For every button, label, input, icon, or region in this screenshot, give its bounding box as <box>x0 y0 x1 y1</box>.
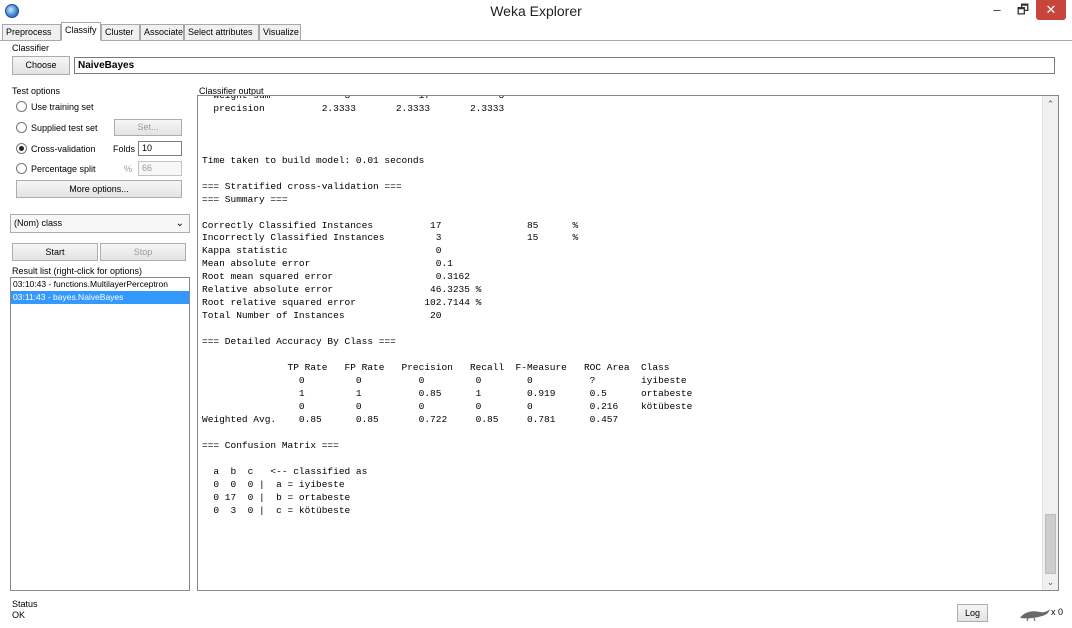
result-list-label: Result list (right-click for options) <box>12 266 143 276</box>
scroll-down-icon[interactable]: ⌄ <box>1043 574 1058 590</box>
result-item-selected[interactable]: 03:11:43 - bayes.NaiveBayes <box>11 291 189 304</box>
tab-associate[interactable]: Associate <box>140 24 184 41</box>
use-training-set-label: Use training set <box>31 102 94 112</box>
status-label: Status <box>12 599 38 609</box>
cross-validation-label: Cross-validation <box>31 144 96 154</box>
supplied-test-set-option[interactable]: Supplied test set <box>16 120 98 136</box>
vertical-scrollbar[interactable]: ⌃ ⌄ <box>1042 96 1058 590</box>
radio-icon[interactable] <box>16 163 27 175</box>
choose-button[interactable]: Choose <box>12 56 70 75</box>
result-item[interactable]: 03:10:43 - functions.MultilayerPerceptro… <box>11 278 189 291</box>
class-select[interactable]: (Nom) class ⌄ <box>10 214 190 233</box>
task-count: x 0 <box>1051 607 1064 617</box>
use-training-set-option[interactable]: Use training set <box>16 99 94 115</box>
percent-sign-label: % <box>124 164 133 174</box>
cross-validation-option[interactable]: Cross-validation <box>16 141 96 157</box>
stop-button[interactable]: Stop <box>100 243 186 261</box>
title-bar: Weka Explorer – 🗗 ✕ <box>0 0 1072 22</box>
more-options-button[interactable]: More options... <box>16 180 182 198</box>
tab-preprocess[interactable]: Preprocess <box>2 24 61 41</box>
radio-icon[interactable] <box>16 122 27 134</box>
supplied-test-set-label: Supplied test set <box>31 123 98 133</box>
start-button[interactable]: Start <box>12 243 98 261</box>
percentage-split-label: Percentage split <box>31 164 96 174</box>
result-list[interactable]: 03:10:43 - functions.MultilayerPerceptro… <box>10 277 190 591</box>
weka-bird-icon <box>1020 609 1050 622</box>
folds-input[interactable]: 10 <box>138 141 182 156</box>
minimize-button[interactable]: – <box>984 0 1010 20</box>
tab-select-attributes[interactable]: Select attributes <box>184 24 259 41</box>
classifier-output-panel[interactable]: weight sum 3 17 3 precision 2.3333 2.333… <box>197 95 1059 591</box>
window-title: Weka Explorer <box>490 3 582 19</box>
close-button[interactable]: ✕ <box>1036 0 1066 20</box>
log-button[interactable]: Log <box>957 604 988 622</box>
status-text: OK <box>12 610 26 620</box>
maximize-button[interactable]: 🗗 <box>1010 0 1036 20</box>
percent-input[interactable]: 66 <box>138 161 182 176</box>
classifier-output-text: weight sum 3 17 3 precision 2.3333 2.333… <box>202 95 693 516</box>
scroll-up-icon[interactable]: ⌃ <box>1043 96 1058 112</box>
tab-cluster[interactable]: Cluster <box>101 24 140 41</box>
test-options-label: Test options <box>12 86 61 96</box>
tab-visualize[interactable]: Visualize <box>259 24 301 41</box>
folds-label: Folds <box>113 144 136 154</box>
chevron-down-icon: ⌄ <box>175 218 184 229</box>
classifier-name-field[interactable]: NaiveBayes <box>74 57 1055 74</box>
percentage-split-option[interactable]: Percentage split <box>16 161 96 177</box>
tab-classify[interactable]: Classify <box>61 22 101 41</box>
scroll-thumb[interactable] <box>1045 514 1056 574</box>
radio-checked-icon[interactable] <box>16 143 27 155</box>
class-select-value: (Nom) class <box>14 218 63 228</box>
radio-icon[interactable] <box>16 101 27 113</box>
set-button[interactable]: Set... <box>114 119 182 136</box>
classifier-group-label: Classifier <box>12 43 50 53</box>
